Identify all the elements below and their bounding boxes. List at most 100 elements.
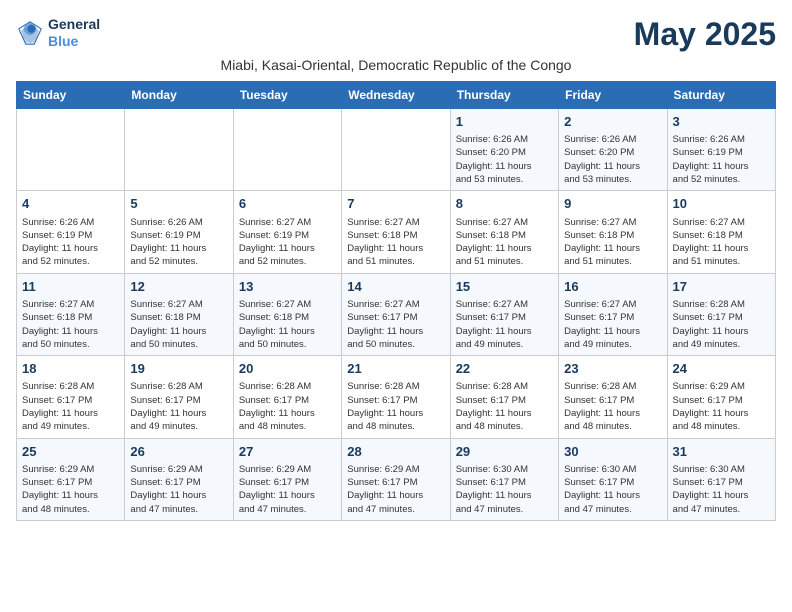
day-number: 8 — [456, 195, 553, 213]
day-number: 24 — [673, 360, 770, 378]
week-row-2: 4 Sunrise: 6:26 AM Sunset: 6:19 PM Daylig… — [17, 191, 776, 273]
header-sunday: Sunday — [17, 82, 125, 109]
day-number: 17 — [673, 278, 770, 296]
calendar-cell: 24 Sunrise: 6:29 AM Sunset: 6:17 PM Dayli… — [667, 356, 775, 438]
day-info: Sunrise: 6:30 AM Sunset: 6:17 PM Dayligh… — [456, 463, 553, 516]
day-info: Sunrise: 6:29 AM Sunset: 6:17 PM Dayligh… — [673, 380, 770, 433]
day-info: Sunrise: 6:26 AM Sunset: 6:19 PM Dayligh… — [130, 216, 227, 269]
calendar-cell: 26Sunrise: 6:29 AM Sunset: 6:17 PM Dayli… — [125, 438, 233, 520]
day-number: 30 — [564, 443, 661, 461]
calendar-cell: 31 Sunrise: 6:30 AM Sunset: 6:17 PM Dayli… — [667, 438, 775, 520]
page-title: May 2025 — [634, 16, 776, 53]
day-number: 19 — [130, 360, 227, 378]
day-number: 31 — [673, 443, 770, 461]
logo-icon — [16, 19, 44, 47]
day-info: Sunrise: 6:28 AM Sunset: 6:17 PM Dayligh… — [456, 380, 553, 433]
day-number: 29 — [456, 443, 553, 461]
header-thursday: Thursday — [450, 82, 558, 109]
calendar-cell: 3 Sunrise: 6:26 AM Sunset: 6:19 PM Daylig… — [667, 109, 775, 191]
calendar-cell: 12Sunrise: 6:27 AM Sunset: 6:18 PM Dayli… — [125, 273, 233, 355]
day-number: 21 — [347, 360, 444, 378]
calendar-cell: 10 Sunrise: 6:27 AM Sunset: 6:18 PM Dayli… — [667, 191, 775, 273]
day-info: Sunrise: 6:27 AM Sunset: 6:18 PM Dayligh… — [673, 216, 770, 269]
day-number: 2 — [564, 113, 661, 131]
calendar-cell: 16 Sunrise: 6:27 AM Sunset: 6:17 PM Dayli… — [559, 273, 667, 355]
calendar-cell: 8 Sunrise: 6:27 AM Sunset: 6:18 PM Daylig… — [450, 191, 558, 273]
day-number: 16 — [564, 278, 661, 296]
day-info: Sunrise: 6:26 AM Sunset: 6:19 PM Dayligh… — [673, 133, 770, 186]
calendar-cell: 17 Sunrise: 6:28 AM Sunset: 6:17 PM Dayli… — [667, 273, 775, 355]
header-saturday: Saturday — [667, 82, 775, 109]
calendar-cell: 7Sunrise: 6:27 AM Sunset: 6:18 PM Daylig… — [342, 191, 450, 273]
calendar-cell: 21 Sunrise: 6:28 AM Sunset: 6:17 PM Dayli… — [342, 356, 450, 438]
page-header: General Blue May 2025 — [16, 16, 776, 53]
header-friday: Friday — [559, 82, 667, 109]
day-info: Sunrise: 6:28 AM Sunset: 6:17 PM Dayligh… — [130, 380, 227, 433]
day-number: 28 — [347, 443, 444, 461]
day-info: Sunrise: 6:29 AM Sunset: 6:17 PM Dayligh… — [347, 463, 444, 516]
page-subtitle: Miabi, Kasai-Oriental, Democratic Republ… — [16, 57, 776, 73]
day-number: 23 — [564, 360, 661, 378]
day-info: Sunrise: 6:28 AM Sunset: 6:17 PM Dayligh… — [22, 380, 119, 433]
day-number: 1 — [456, 113, 553, 131]
week-row-5: 25Sunrise: 6:29 AM Sunset: 6:17 PM Dayli… — [17, 438, 776, 520]
day-info: Sunrise: 6:29 AM Sunset: 6:17 PM Dayligh… — [22, 463, 119, 516]
day-info: Sunrise: 6:29 AM Sunset: 6:17 PM Dayligh… — [130, 463, 227, 516]
calendar-cell: 15 Sunrise: 6:27 AM Sunset: 6:17 PM Dayli… — [450, 273, 558, 355]
calendar-table: SundayMondayTuesdayWednesdayThursdayFrid… — [16, 81, 776, 521]
week-row-4: 18Sunrise: 6:28 AM Sunset: 6:17 PM Dayli… — [17, 356, 776, 438]
day-info: Sunrise: 6:28 AM Sunset: 6:17 PM Dayligh… — [673, 298, 770, 351]
calendar-cell: 27 Sunrise: 6:29 AM Sunset: 6:17 PM Dayli… — [233, 438, 341, 520]
week-row-1: 1 Sunrise: 6:26 AM Sunset: 6:20 PM Daylig… — [17, 109, 776, 191]
calendar-cell: 22Sunrise: 6:28 AM Sunset: 6:17 PM Dayli… — [450, 356, 558, 438]
day-info: Sunrise: 6:28 AM Sunset: 6:17 PM Dayligh… — [564, 380, 661, 433]
calendar-cell — [342, 109, 450, 191]
calendar-cell: 28 Sunrise: 6:29 AM Sunset: 6:17 PM Dayli… — [342, 438, 450, 520]
calendar-cell: 29 Sunrise: 6:30 AM Sunset: 6:17 PM Dayli… — [450, 438, 558, 520]
day-number: 5 — [130, 195, 227, 213]
day-info: Sunrise: 6:26 AM Sunset: 6:20 PM Dayligh… — [564, 133, 661, 186]
day-number: 13 — [239, 278, 336, 296]
header-monday: Monday — [125, 82, 233, 109]
calendar-cell: 11Sunrise: 6:27 AM Sunset: 6:18 PM Dayli… — [17, 273, 125, 355]
header-tuesday: Tuesday — [233, 82, 341, 109]
calendar-cell: 14 Sunrise: 6:27 AM Sunset: 6:17 PM Dayli… — [342, 273, 450, 355]
day-number: 4 — [22, 195, 119, 213]
calendar-cell — [233, 109, 341, 191]
logo-line2: Blue — [48, 33, 100, 50]
day-info: Sunrise: 6:27 AM Sunset: 6:18 PM Dayligh… — [347, 216, 444, 269]
day-number: 27 — [239, 443, 336, 461]
day-info: Sunrise: 6:27 AM Sunset: 6:18 PM Dayligh… — [22, 298, 119, 351]
calendar-cell: 1Sunrise: 6:26 AM Sunset: 6:20 PM Daylig… — [450, 109, 558, 191]
logo: General Blue — [16, 16, 100, 50]
calendar-cell: 20Sunrise: 6:28 AM Sunset: 6:17 PM Dayli… — [233, 356, 341, 438]
calendar-cell: 13 Sunrise: 6:27 AM Sunset: 6:18 PM Dayli… — [233, 273, 341, 355]
day-number: 14 — [347, 278, 444, 296]
calendar-cell: 2 Sunrise: 6:26 AM Sunset: 6:20 PM Daylig… — [559, 109, 667, 191]
calendar-cell — [17, 109, 125, 191]
day-number: 12 — [130, 278, 227, 296]
calendar-cell: 6Sunrise: 6:27 AM Sunset: 6:19 PM Daylig… — [233, 191, 341, 273]
day-number: 15 — [456, 278, 553, 296]
day-number: 3 — [673, 113, 770, 131]
calendar-header-row: SundayMondayTuesdayWednesdayThursdayFrid… — [17, 82, 776, 109]
day-info: Sunrise: 6:30 AM Sunset: 6:17 PM Dayligh… — [673, 463, 770, 516]
day-info: Sunrise: 6:27 AM Sunset: 6:17 PM Dayligh… — [347, 298, 444, 351]
day-info: Sunrise: 6:27 AM Sunset: 6:17 PM Dayligh… — [564, 298, 661, 351]
day-info: Sunrise: 6:27 AM Sunset: 6:18 PM Dayligh… — [239, 298, 336, 351]
day-info: Sunrise: 6:29 AM Sunset: 6:17 PM Dayligh… — [239, 463, 336, 516]
header-wednesday: Wednesday — [342, 82, 450, 109]
day-number: 9 — [564, 195, 661, 213]
day-info: Sunrise: 6:28 AM Sunset: 6:17 PM Dayligh… — [347, 380, 444, 433]
day-info: Sunrise: 6:28 AM Sunset: 6:17 PM Dayligh… — [239, 380, 336, 433]
calendar-cell: 23 Sunrise: 6:28 AM Sunset: 6:17 PM Dayli… — [559, 356, 667, 438]
day-info: Sunrise: 6:27 AM Sunset: 6:17 PM Dayligh… — [456, 298, 553, 351]
day-info: Sunrise: 6:30 AM Sunset: 6:17 PM Dayligh… — [564, 463, 661, 516]
day-info: Sunrise: 6:27 AM Sunset: 6:18 PM Dayligh… — [456, 216, 553, 269]
day-number: 10 — [673, 195, 770, 213]
day-info: Sunrise: 6:26 AM Sunset: 6:19 PM Dayligh… — [22, 216, 119, 269]
week-row-3: 11Sunrise: 6:27 AM Sunset: 6:18 PM Dayli… — [17, 273, 776, 355]
logo-line1: General — [48, 16, 100, 33]
calendar-cell: 30 Sunrise: 6:30 AM Sunset: 6:17 PM Dayli… — [559, 438, 667, 520]
calendar-cell: 4 Sunrise: 6:26 AM Sunset: 6:19 PM Daylig… — [17, 191, 125, 273]
